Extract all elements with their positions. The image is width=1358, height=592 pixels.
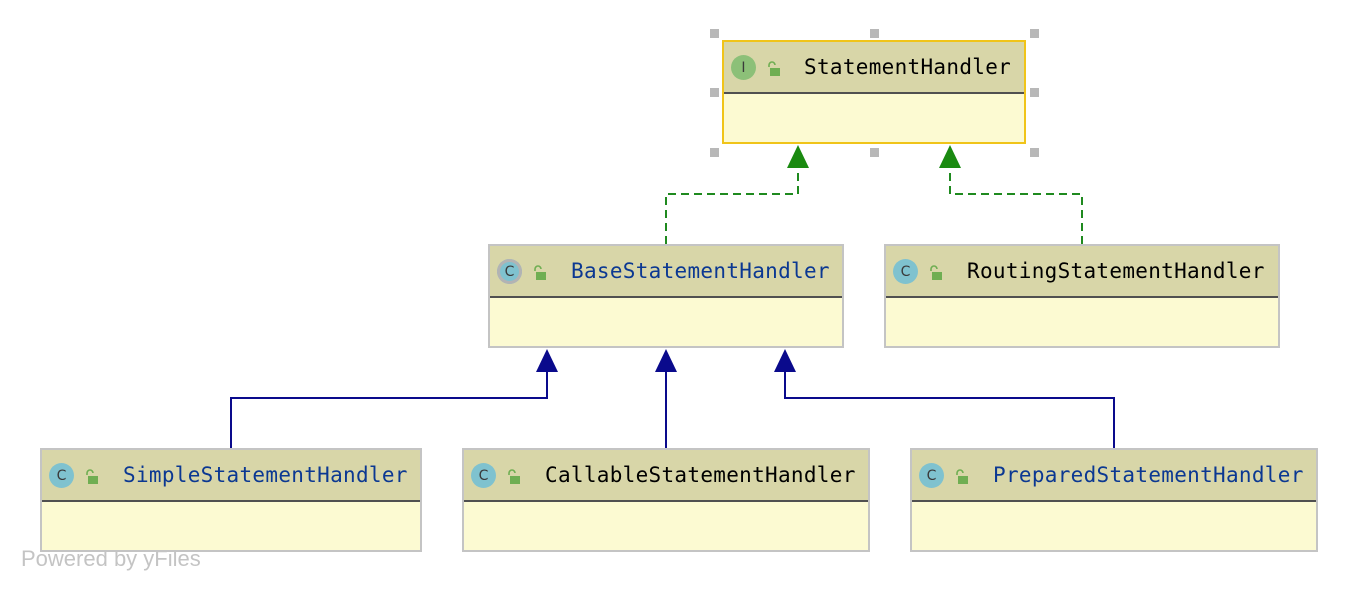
node-header: C SimpleStatementHandler bbox=[42, 450, 420, 502]
public-lock-icon bbox=[930, 265, 942, 280]
node-callable-statement-handler[interactable]: C CallableStatementHandler bbox=[462, 448, 870, 552]
node-title: StatementHandler bbox=[804, 55, 1012, 79]
class-icon: C bbox=[49, 463, 74, 488]
class-icon: C bbox=[893, 259, 918, 284]
edge-simple-extends-base bbox=[230, 370, 548, 448]
node-prepared-statement-handler[interactable]: C PreparedStatementHandler bbox=[910, 448, 1318, 552]
selection-handle[interactable] bbox=[1030, 29, 1039, 38]
node-routing-statement-handler[interactable]: C RoutingStatementHandler bbox=[884, 244, 1280, 348]
selection-handle[interactable] bbox=[1030, 148, 1039, 157]
selection-handle[interactable] bbox=[1030, 88, 1039, 97]
public-lock-icon bbox=[768, 61, 780, 76]
node-header: C RoutingStatementHandler bbox=[886, 246, 1278, 298]
node-header: C PreparedStatementHandler bbox=[912, 450, 1316, 502]
public-lock-icon bbox=[534, 265, 546, 280]
node-base-statement-handler[interactable]: C BaseStatementHandler bbox=[488, 244, 844, 348]
selection-handle[interactable] bbox=[870, 148, 879, 157]
node-header: C CallableStatementHandler bbox=[464, 450, 868, 502]
node-simple-statement-handler[interactable]: C SimpleStatementHandler bbox=[40, 448, 422, 552]
arrowhead-extends-right bbox=[774, 349, 796, 372]
arrowhead-implements-left bbox=[787, 145, 809, 168]
public-lock-icon bbox=[86, 469, 98, 484]
arrowhead-extends-left bbox=[536, 349, 558, 372]
node-title: RoutingStatementHandler bbox=[967, 259, 1265, 283]
node-title: PreparedStatementHandler bbox=[993, 463, 1304, 487]
node-header: C BaseStatementHandler bbox=[490, 246, 842, 298]
class-icon: C bbox=[471, 463, 496, 488]
class-icon: C bbox=[919, 463, 944, 488]
yfiles-watermark: Powered by yFiles bbox=[21, 546, 201, 571]
node-title: SimpleStatementHandler bbox=[123, 463, 408, 487]
interface-icon: I bbox=[731, 55, 756, 80]
arrowhead-implements-right bbox=[939, 145, 961, 168]
edge-routing-implements-statementhandler bbox=[949, 166, 1083, 244]
selection-handle[interactable] bbox=[710, 148, 719, 157]
selection-handle[interactable] bbox=[710, 88, 719, 97]
node-statement-handler[interactable]: I StatementHandler bbox=[722, 40, 1026, 144]
node-title: BaseStatementHandler bbox=[571, 259, 830, 283]
selection-handle[interactable] bbox=[710, 29, 719, 38]
edge-prepared-extends-base bbox=[784, 370, 1115, 448]
edge-base-implements-statementhandler bbox=[665, 166, 799, 244]
abstract-class-icon: C bbox=[497, 259, 522, 284]
node-title: CallableStatementHandler bbox=[545, 463, 856, 487]
public-lock-icon bbox=[508, 469, 520, 484]
node-header: I StatementHandler bbox=[724, 42, 1024, 94]
arrowhead-extends-center bbox=[655, 349, 677, 372]
selection-handle[interactable] bbox=[870, 29, 879, 38]
public-lock-icon bbox=[956, 469, 968, 484]
